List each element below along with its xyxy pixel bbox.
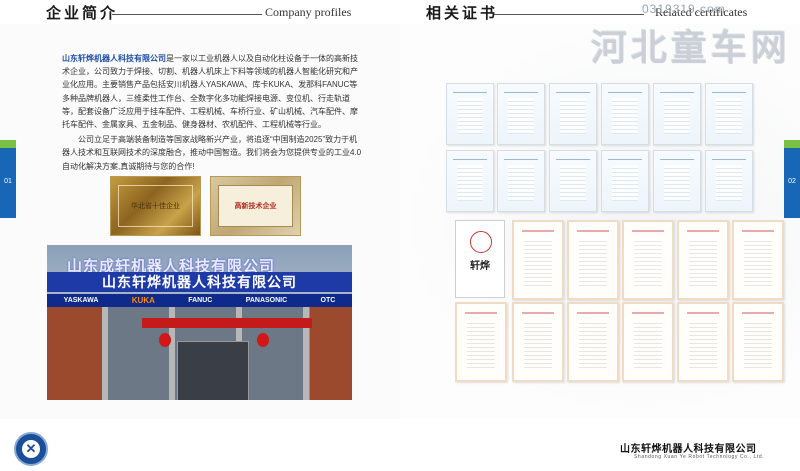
brand-kuka: KUKA [131, 296, 155, 305]
intro-paragraph-2: 公司立足于高端装备制造等国家战略新兴产业，将追逐“中国制造2025”致力于机器人… [62, 135, 362, 171]
watermark-name: 河北童车网 [590, 27, 791, 68]
lantern-icon [159, 333, 171, 347]
patent-certificate [622, 220, 674, 300]
brand-panasonic: PANASONIC [245, 297, 288, 304]
award-plaque-hightech-text: 高新技术企业 [234, 201, 277, 210]
award-plaque-gold-text: 华北省十佳企业 [131, 202, 180, 210]
patent-certificate [677, 302, 729, 382]
red-banner [142, 318, 312, 328]
building-sign-main-bar: 山东轩烨机器人科技有限公司 [47, 272, 352, 292]
certificate-thumbnail [705, 83, 753, 145]
watermark-site: 0319319.com [642, 2, 726, 16]
patent-certificate [512, 220, 564, 300]
brochure-spread: 企业简介 Company profiles 相关证书 Related certi… [0, 0, 800, 471]
certificate-thumbnail [601, 150, 649, 212]
intro-company-name: 山东轩烨机器人科技有限公司 [62, 54, 166, 63]
certificate-thumbnail [601, 83, 649, 145]
certificate-thumbnail [549, 83, 597, 145]
right-page-number: 02 [788, 178, 796, 185]
brand-strip: YASKAWA KUKA FANUC PANASONIC OTC [47, 294, 352, 307]
brand-fanuc: FANUC [188, 297, 213, 304]
certificate-thumbnail [446, 150, 494, 212]
certificate-thumbnail [705, 150, 753, 212]
trademark-certificate: 轩烨 [455, 220, 505, 298]
header-title-cn: 企业简介 [46, 4, 119, 22]
building-sign-main: 山东轩烨机器人科技有限公司 [102, 275, 297, 291]
brand-otc: OTC [320, 297, 336, 304]
certificate-thumbnail [446, 83, 494, 145]
header-rule [112, 14, 262, 15]
patent-certificate [512, 302, 564, 382]
footer-company-en: Shandong Xuan Ye Robot Technology Co., L… [634, 454, 765, 460]
company-intro: 山东轩烨机器人科技有限公司是一家以工业机器人以及自动化柱设备于一体的高新技术企业… [62, 52, 362, 173]
patent-certificate [732, 302, 784, 382]
lantern-icon [257, 333, 269, 347]
award-plaque-hightech: 高新技术企业 [210, 176, 301, 236]
header-title-en: Company profiles [265, 5, 352, 19]
footer-company-cn: 山东轩烨机器人科技有限公司 [620, 444, 757, 455]
patent-certificate [677, 220, 729, 300]
header-title-cn-right: 相关证书 [426, 4, 499, 22]
patent-certificate [567, 302, 619, 382]
award-plaque-gold: 华北省十佳企业 [110, 176, 201, 236]
patent-certificate [455, 302, 507, 382]
patent-certificate [567, 220, 619, 300]
certificate-thumbnail [497, 83, 545, 145]
office-building-photo: 山东成轩机器人科技有限公司 山东轩烨机器人科技有限公司 YASKAWA KUKA… [47, 245, 352, 400]
left-page-number: 01 [4, 178, 12, 185]
company-logo-icon: ✕ [14, 432, 48, 466]
left-header: 企业简介 Company profiles [0, 0, 400, 24]
patent-certificate [732, 220, 784, 300]
intro-paragraph-1: 山东轩烨机器人科技有限公司是一家以工业机器人以及自动化柱设备于一体的高新技术企业… [62, 52, 362, 131]
trademark-label: 轩烨 [470, 261, 490, 272]
certificate-thumbnail [497, 150, 545, 212]
certificate-thumbnail [653, 83, 701, 145]
certificate-thumbnail [653, 150, 701, 212]
building-entrance [177, 341, 249, 400]
certificate-thumbnail [549, 150, 597, 212]
seal-icon [470, 231, 492, 253]
intro-paragraph-1-text: 是一家以工业机器人以及自动化柱设备于一体的高新技术企业，公司致力于焊接、切割、机… [62, 54, 358, 130]
brand-yaskawa: YASKAWA [63, 297, 99, 304]
patent-certificate [622, 302, 674, 382]
header-rule-right [494, 14, 644, 15]
